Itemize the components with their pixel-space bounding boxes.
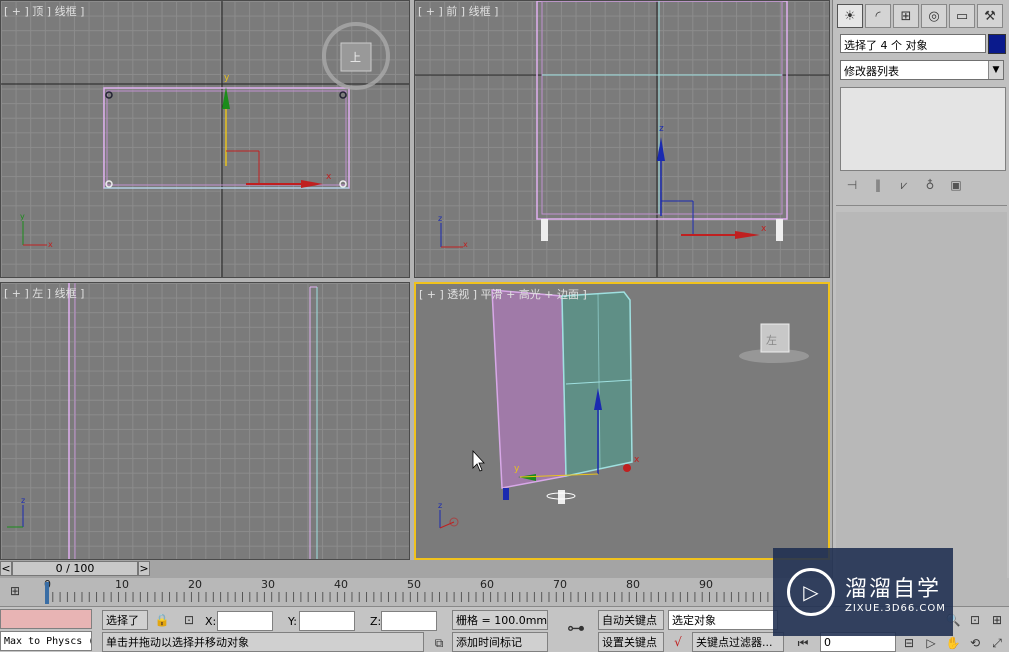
ruler-tick: 90	[699, 578, 713, 591]
configure-modifier-sets-icon[interactable]: ▣	[947, 176, 965, 194]
stack-toolbar: ⊣ ‖ ⩗ ♁ ▣	[843, 176, 965, 194]
zoom-all-icon[interactable]: ⊞	[988, 611, 1006, 629]
time-slider[interactable]: < 0 / 100 >	[0, 560, 832, 578]
modifier-list-label: 修改器列表	[844, 65, 899, 78]
command-panel-tabs: ☀ ◜ ⊞ ◎ ▭ ⚒	[837, 4, 1003, 28]
remove-modifier-icon[interactable]: ♁	[921, 176, 939, 194]
viewport-label[interactable]: [ + ] 前 ] 线框 ]	[418, 3, 498, 19]
watermark-text: 溜溜自学 ZIXUE.3D66.COM	[845, 571, 946, 614]
key-icon[interactable]: ⊶	[562, 618, 590, 639]
z-label: Z:	[370, 615, 382, 628]
hierarchy-icon[interactable]: ⊞	[893, 4, 919, 28]
divider	[836, 205, 1007, 206]
play-logo-icon: ▷	[787, 568, 835, 616]
auto-key-button[interactable]: 自动关键点	[598, 610, 664, 630]
zoom-extents-icon[interactable]: ⊡	[966, 611, 984, 629]
create-icon[interactable]: ☀	[837, 4, 863, 28]
svg-text:z: z	[438, 501, 442, 510]
ruler-ticks	[45, 592, 775, 602]
object-name-field[interactable]: 选择了 4 个 对象	[840, 34, 986, 53]
viewport-perspective[interactable]: [ + ] 透视 ] 平滑 + 高光 + 边面 ] y x 左 z	[414, 282, 830, 560]
mini-curve-editor-icon[interactable]: ⊞	[6, 582, 24, 600]
chevron-down-icon: ▼	[988, 61, 1003, 79]
orbit-icon[interactable]: ⟲	[966, 634, 984, 652]
pin-stack-icon[interactable]: ⊣	[843, 176, 861, 194]
play-icon[interactable]: ▷	[922, 634, 940, 652]
viewport-label[interactable]: [ + ] 透视 ] 平滑 + 高光 + 边面 ]	[419, 286, 587, 302]
svg-text:y: y	[514, 464, 520, 474]
watermark-title: 溜溜自学	[845, 576, 942, 602]
svg-text:上: 上	[350, 51, 361, 64]
perspective-view-scene: y x 左 z	[438, 289, 809, 529]
lock-icon[interactable]: 🔒	[153, 611, 171, 629]
object-color-swatch[interactable]	[988, 34, 1006, 54]
ruler-tick: 70	[553, 578, 567, 591]
rollout-area	[836, 212, 1007, 578]
modifier-stack[interactable]	[840, 87, 1006, 171]
top-view-scene: x y 上 x y	[1, 1, 409, 277]
show-end-result-icon[interactable]: ‖	[869, 176, 887, 194]
ruler-tick: 30	[261, 578, 275, 591]
z-coordinate-input[interactable]	[381, 611, 437, 631]
current-frame-marker	[45, 582, 49, 604]
time-next-button[interactable]: >	[138, 561, 150, 576]
ruler-tick: 50	[407, 578, 421, 591]
left-view-scene: z	[7, 283, 318, 559]
set-key-button[interactable]: 设置关键点	[598, 632, 664, 652]
front-view-scene: x z x z	[415, 1, 829, 277]
modify-icon[interactable]: ◜	[865, 4, 891, 28]
watermark-subtitle: ZIXUE.3D66.COM	[845, 602, 946, 614]
modifier-list-dropdown[interactable]: 修改器列表 ▼	[840, 60, 1004, 80]
viewport-left[interactable]: [ + ] 左 ] 线框 ] z	[0, 282, 410, 560]
viewport-top[interactable]: [ + ] 顶 ] 线框 ] x y 上 x y	[0, 0, 410, 278]
svg-text:x: x	[634, 455, 640, 465]
y-coordinate-input[interactable]	[299, 611, 355, 631]
x-coordinate-input[interactable]	[217, 611, 273, 631]
x-label: X:	[205, 615, 217, 628]
key-filter-select[interactable]: 选定对象	[668, 610, 778, 630]
svg-text:z: z	[659, 124, 664, 134]
viewport-front[interactable]: [ + ] 前 ] 线框 ] x z x z	[414, 0, 830, 278]
absolute-mode-icon[interactable]: ⊡	[180, 611, 198, 629]
svg-text:左: 左	[766, 334, 777, 347]
display-icon[interactable]: ▭	[949, 4, 975, 28]
maxscript-listener[interactable]: Max to Physcs (	[0, 631, 92, 651]
ruler-tick: 40	[334, 578, 348, 591]
ruler-tick: 20	[188, 578, 202, 591]
key-curve-icon[interactable]: √	[669, 633, 687, 651]
key-filters-button[interactable]: 关键点过滤器...	[692, 632, 784, 652]
svg-text:z: z	[438, 214, 442, 223]
y-label: Y:	[288, 615, 297, 628]
svg-text:x: x	[463, 240, 468, 249]
utilities-icon[interactable]: ⚒	[977, 4, 1003, 28]
go-to-start-icon[interactable]: ⏮	[794, 634, 812, 652]
command-panel: ☀ ◜ ⊞ ◎ ▭ ⚒ 选择了 4 个 对象 修改器列表 ▼ ⊣ ‖ ⩗ ♁ ▣	[832, 0, 1009, 580]
svg-text:y: y	[20, 212, 25, 221]
ruler-tick: 80	[626, 578, 640, 591]
selection-count: 选择了	[102, 610, 148, 630]
prompt-line: 单击并拖动以选择并移动对象	[102, 632, 424, 652]
watermark: ▷ 溜溜自学 ZIXUE.3D66.COM	[773, 548, 953, 636]
svg-text:y: y	[224, 73, 230, 83]
make-unique-icon[interactable]: ⩗	[895, 176, 913, 194]
time-slider-thumb[interactable]: 0 / 100	[12, 561, 138, 576]
svg-text:x: x	[48, 240, 53, 249]
svg-text:z: z	[21, 496, 25, 505]
add-time-tag[interactable]: 添加时间标记	[452, 632, 548, 652]
ruler-tick: 10	[115, 578, 129, 591]
maxscript-listener-top[interactable]	[0, 609, 92, 629]
ruler-tick: 60	[480, 578, 494, 591]
viewport-label[interactable]: [ + ] 顶 ] 线框 ]	[4, 3, 84, 19]
svg-text:x: x	[761, 224, 767, 234]
grid-size: 栅格 = 100.0mm	[452, 610, 548, 630]
pan-hand-icon[interactable]: ✋	[944, 634, 962, 652]
motion-icon[interactable]: ◎	[921, 4, 947, 28]
time-config-icon[interactable]: ⊟	[900, 634, 918, 652]
time-tag-icon[interactable]: ⧉	[430, 634, 448, 652]
time-prev-button[interactable]: <	[0, 561, 12, 576]
viewport-label[interactable]: [ + ] 左 ] 线框 ]	[4, 285, 84, 301]
svg-text:x: x	[326, 172, 332, 182]
maximize-viewport-icon[interactable]: ⤢	[988, 634, 1006, 652]
